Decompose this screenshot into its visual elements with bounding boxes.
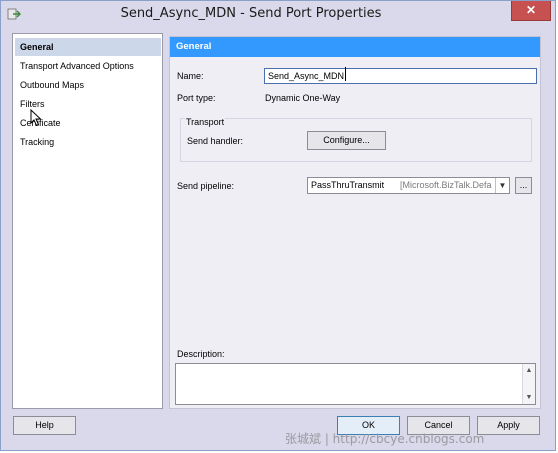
transport-group-label: Transport bbox=[185, 117, 226, 127]
configure-button[interactable]: Configure... bbox=[307, 131, 386, 150]
watermark: 张城斌 | http://cbcye.cnblogs.com bbox=[285, 432, 485, 446]
nav-item-general[interactable]: General bbox=[15, 38, 161, 56]
scroll-up-icon[interactable]: ▲ bbox=[523, 364, 535, 377]
description-scrollbar[interactable]: ▲ ▼ bbox=[522, 364, 535, 404]
name-label: Name: bbox=[177, 71, 204, 81]
window-title: Send_Async_MDN - Send Port Properties bbox=[120, 6, 382, 21]
settings-navigation: General Transport Advanced Options Outbo… bbox=[12, 33, 163, 409]
send-pipeline-select[interactable]: PassThruTransmit [Microsoft.BizTalk.Defa… bbox=[307, 177, 510, 194]
nav-item-tracking[interactable]: Tracking bbox=[15, 133, 161, 151]
nav-item-transport-advanced-options[interactable]: Transport Advanced Options bbox=[15, 57, 161, 75]
send-pipeline-label: Send pipeline: bbox=[177, 181, 235, 191]
section-header: General bbox=[170, 37, 540, 57]
help-button[interactable]: Help bbox=[13, 416, 76, 435]
send-pipeline-value: PassThruTransmit bbox=[311, 180, 385, 190]
title-bar: Send_Async_MDN - Send Port Properties ✕ bbox=[1, 1, 555, 29]
mouse-pointer-icon bbox=[30, 109, 42, 127]
nav-item-outbound-maps[interactable]: Outbound Maps bbox=[15, 76, 161, 94]
description-label: Description: bbox=[177, 349, 225, 359]
port-type-value: Dynamic One-Way bbox=[265, 93, 341, 103]
description-textarea[interactable]: ▲ ▼ bbox=[175, 363, 536, 405]
port-type-label: Port type: bbox=[177, 93, 216, 103]
name-input[interactable]: Send_Async_MDN bbox=[264, 68, 537, 84]
transport-group: Transport Send handler: Configure... bbox=[180, 117, 532, 162]
scroll-down-icon[interactable]: ▼ bbox=[523, 391, 535, 404]
apply-button[interactable]: Apply bbox=[477, 416, 540, 435]
chevron-down-icon[interactable]: ▼ bbox=[495, 178, 509, 193]
pipeline-browse-button[interactable]: ... bbox=[515, 177, 532, 194]
text-caret bbox=[345, 67, 346, 81]
send-pipeline-assembly: [Microsoft.BizTalk.Defa bbox=[400, 180, 492, 190]
send-handler-label: Send handler: bbox=[187, 136, 244, 146]
send-port-properties-window: Send_Async_MDN - Send Port Properties ✕ … bbox=[0, 0, 556, 451]
close-button[interactable]: ✕ bbox=[511, 1, 551, 21]
general-settings-panel: General Name: Send_Async_MDN Port type: … bbox=[169, 36, 541, 409]
